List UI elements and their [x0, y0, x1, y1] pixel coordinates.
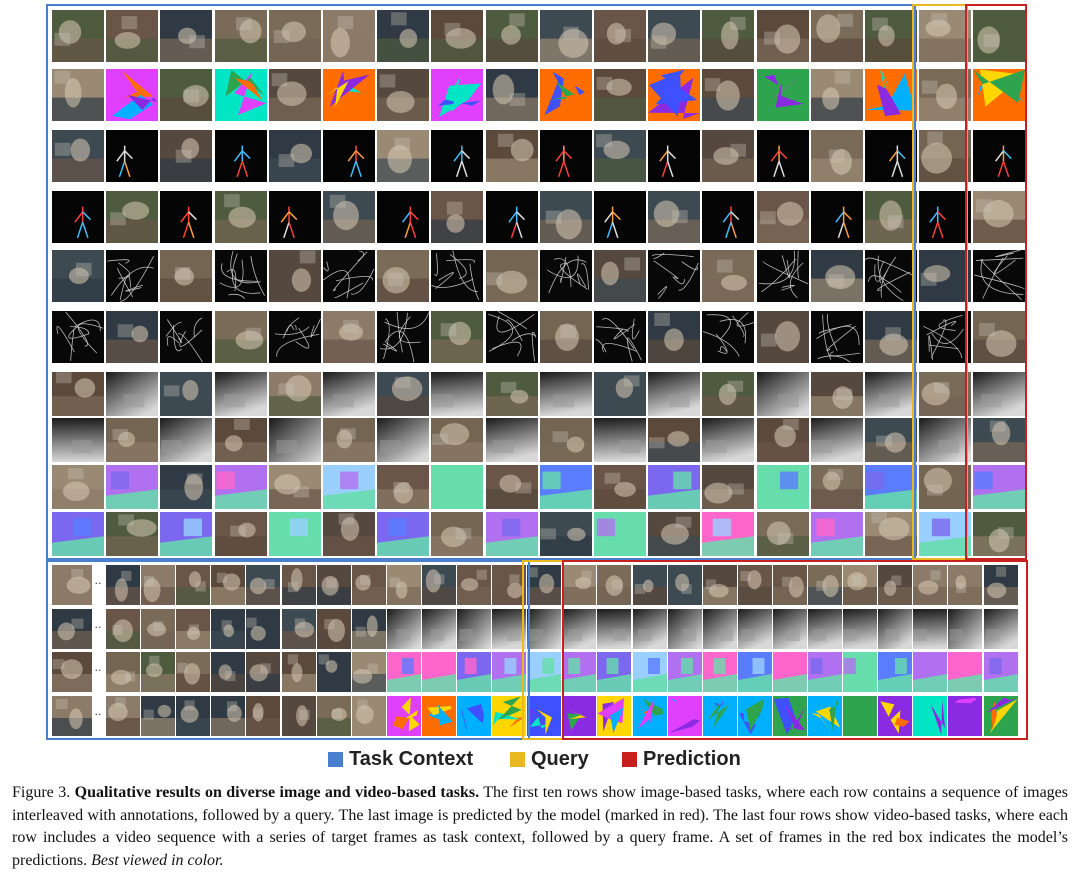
- query-label: Query: [531, 747, 589, 770]
- legend-item-query: Query: [510, 744, 589, 774]
- task-context-box-images: [46, 4, 916, 560]
- task-context-swatch: [328, 751, 343, 767]
- prediction-box-videos: [562, 560, 1028, 740]
- query-box-videos: [522, 560, 564, 740]
- caption-title: Qualitative results on diverse image and…: [74, 784, 480, 801]
- legend-item-prediction: Prediction: [622, 744, 741, 774]
- task-context-label: Task Context: [349, 747, 474, 770]
- prediction-label: Prediction: [643, 747, 741, 770]
- caption-label: Figure 3.: [12, 784, 71, 801]
- legend-item-task-context: Task Context: [328, 744, 473, 774]
- legend: Task Context Query Prediction: [0, 744, 1080, 774]
- figure-caption: Figure 3. Qualitative results on diverse…: [12, 782, 1068, 872]
- query-box-images: [912, 4, 968, 560]
- query-swatch: [510, 751, 525, 767]
- qualitative-results-figure: ·· ·· ·· ··: [0, 0, 1080, 745]
- caption-note: Best viewed in color.: [91, 851, 224, 869]
- prediction-swatch: [622, 751, 637, 767]
- task-context-box-videos: [46, 560, 530, 740]
- prediction-box-images: [965, 4, 1027, 560]
